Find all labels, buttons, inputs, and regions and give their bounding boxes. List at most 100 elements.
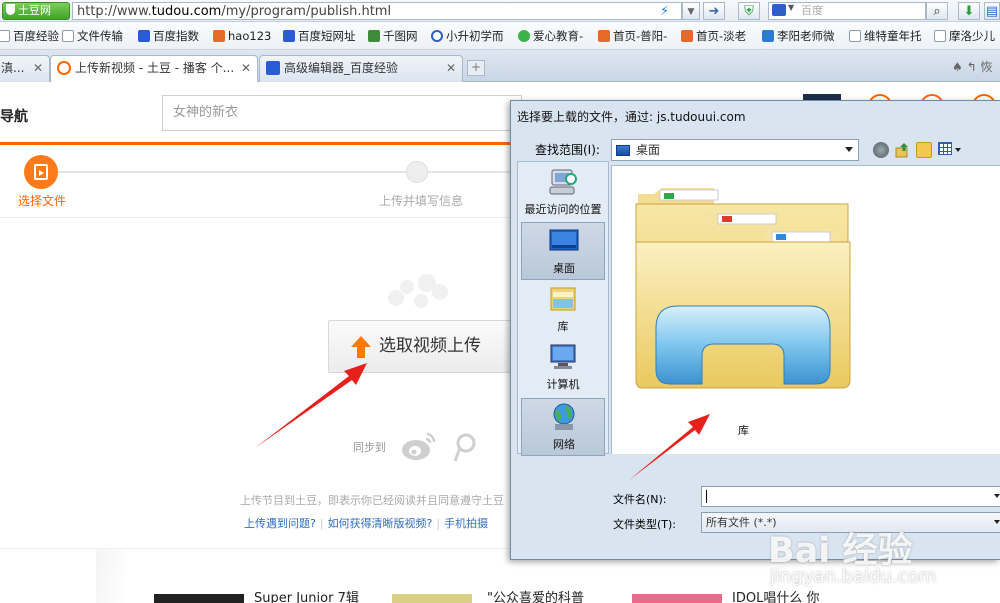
bookmark-item[interactable]: 小升初学而 [431,28,504,44]
shield-icon [6,4,15,15]
paw-icon [138,30,150,42]
header-divider [0,142,515,145]
nav-label[interactable]: 导航 [0,106,28,126]
chevron-down-icon[interactable]: ▼ [788,3,794,12]
bookmark-item[interactable]: hao123 [213,28,271,44]
video-thumbnail[interactable] [154,594,244,603]
flower-decoration-icon [380,272,460,322]
mobile-shoot-link[interactable]: 手机拍摄 [444,517,488,530]
close-icon[interactable]: ✕ [241,56,251,80]
search-icon[interactable]: ⌕ [926,2,948,20]
video-title[interactable]: Super Junior 7辑 [254,587,359,603]
chat-icon [518,30,530,42]
place-desktop[interactable]: 桌面 [521,222,605,280]
view-menu-icon[interactable] [938,142,952,155]
new-tab-button[interactable]: + [467,60,485,76]
desktop-icon [549,229,579,251]
network-icon [553,403,575,430]
bookmark-item[interactable]: 百度短网址 [283,28,356,44]
filetype-label: 文件类型(T): [613,518,677,531]
close-icon[interactable]: ✕ [33,56,43,80]
chevron-down-icon[interactable] [845,147,853,152]
bookmark-item[interactable]: 百度指数 [138,28,199,44]
file-item-label[interactable]: 库 [738,422,749,438]
desktop-icon [616,145,630,156]
place-computer[interactable]: 计算机 [521,339,605,397]
security-shield-icon[interactable]: ⛨ [738,2,760,20]
lightning-icon[interactable]: ⚡ [660,4,669,19]
libraries-folder-icon[interactable] [634,184,854,400]
close-icon[interactable]: ✕ [446,56,456,80]
step-select-file-icon [24,155,58,189]
page-icon [62,30,74,42]
lookin-label: 查找范围(I): [535,143,600,157]
qiantu-icon [368,30,380,42]
orange-icon [681,30,693,42]
tab-bar: 滇... ✕ 上传新视频 - 土豆 - 播客 个... ✕ 高级编辑器_百度经验 ✕ … [0,50,1000,83]
site-security-badge[interactable]: 土豆网 [2,2,70,20]
chevron-down-icon[interactable] [955,148,961,152]
bookmark-item[interactable]: 首页-淡老 [681,28,746,44]
play-icon [431,30,443,42]
libraries-icon [550,287,576,311]
orange-icon [598,30,610,42]
tab-advanced-editor[interactable]: 高级编辑器_百度经验 ✕ [259,55,463,82]
weibo-icon[interactable] [401,430,437,462]
tab-previous[interactable]: 滇... ✕ [0,55,50,82]
terms-agreement-text: 上传节目到土豆，即表示你已经阅读并且同意遵守土豆 [240,494,504,507]
bookmark-item[interactable]: 爱心教育- [518,28,583,44]
paw-icon [266,61,280,75]
chevron-down-icon[interactable] [994,494,1000,498]
bookmark-item[interactable]: 维特童年托 [849,28,922,44]
recent-places-icon [549,169,577,195]
bookmark-item[interactable]: 首页-普阳- [598,28,667,44]
bookmark-item[interactable]: 千图网 [368,28,418,44]
lookin-select[interactable]: 桌面 [611,139,859,161]
hd-video-link[interactable]: 如何获得清晰版视频? [328,517,433,530]
computer-icon [550,344,576,369]
file-list[interactable]: 库 [611,165,1000,454]
video-title[interactable]: "公众喜爱的科普 [487,587,584,603]
tab-upload-video[interactable]: 上传新视频 - 土豆 - 播客 个... ✕ [50,55,258,83]
search-engine-icon[interactable] [772,4,786,16]
help-links: 上传遇到问题? | 如何获得清晰版视频? | 手机拍摄 [244,517,489,530]
upload-problem-link[interactable]: 上传遇到问题? [244,517,316,530]
go-arrow-icon[interactable]: ➜ [703,2,725,20]
hao123-icon [213,30,225,42]
video-thumbnail[interactable] [632,594,722,603]
bookmarks-bar: 百度经验 文件传输 百度指数 hao123 百度短网址 千图网 小升初学而 爱心… [0,22,1000,50]
bookmark-item[interactable]: 李阳老师微 [762,28,835,44]
bookmark-item[interactable]: 百度经验 [0,28,59,44]
place-recent[interactable]: 最近访问的位置 [521,164,605,222]
step-label: 上传并填写信息 [379,194,464,208]
upload-arrow-icon [351,336,371,358]
menu-icon[interactable]: ▤ [984,2,1000,20]
up-folder-icon[interactable] [894,142,910,158]
site-search-input[interactable]: 女神的新衣 [162,95,522,131]
step-upload-info-icon [406,161,428,183]
video-thumbnail[interactable] [392,594,472,603]
filename-input[interactable] [701,486,1000,507]
tencent-weibo-icon[interactable] [452,432,478,462]
paw-icon [283,30,295,42]
file-open-dialog: 选择要上载的文件，通过: js.tudouui.com 查找范围(I): 桌面 … [510,100,1000,560]
tudou-icon [57,61,71,75]
bookmark-item[interactable]: 摩洛少儿 [934,28,995,44]
back-icon[interactable] [873,142,889,158]
place-network[interactable]: 网络 [521,398,605,456]
place-libraries[interactable]: 库 [521,281,605,339]
tab-tools[interactable]: ♠ ↰ 恢 [952,58,992,75]
url-text: http://www.tudou.com/my/program/publish.… [77,4,392,19]
watermark-url: jingyan.baidu.com [770,566,937,587]
step-label-active: 选择文件 [18,194,67,208]
bookmark-item[interactable]: 文件传输 [62,28,123,44]
url-dropdown-icon[interactable]: ▼ [682,2,700,20]
dialog-title: 选择要上载的文件，通过: js.tudouui.com [517,110,746,124]
url-input[interactable]: http://www.tudou.com/my/program/publish.… [72,2,682,20]
filename-label: 文件名(N): [613,493,667,506]
page-icon [934,30,946,42]
text-cursor [706,490,707,503]
address-bar: 土豆网 http://www.tudou.com/my/program/publ… [0,0,1000,22]
download-icon[interactable]: ⬇ [958,2,980,20]
new-folder-icon[interactable] [916,142,932,158]
